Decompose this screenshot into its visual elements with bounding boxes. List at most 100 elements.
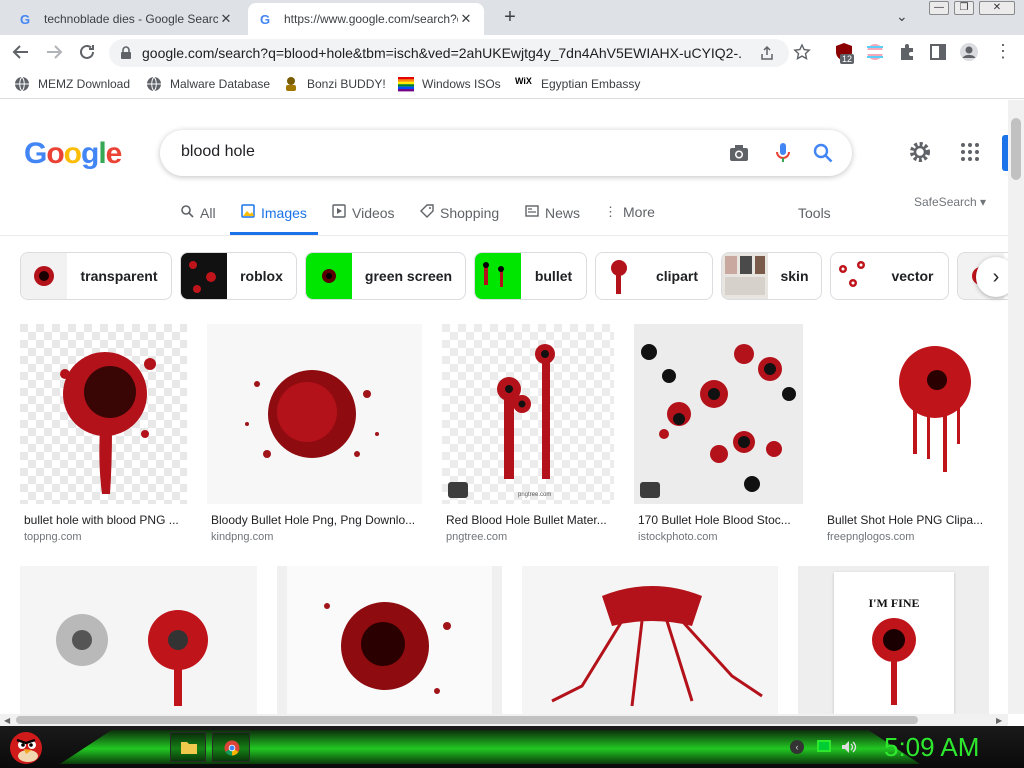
- image-result[interactable]: Bullet Shot Hole PNG Clipa... freepnglog…: [823, 324, 989, 543]
- bookmark-star-icon[interactable]: [793, 43, 811, 61]
- result-source[interactable]: pngtree.com: [446, 531, 507, 543]
- new-tab-button[interactable]: +: [498, 6, 522, 30]
- image-result[interactable]: Bloody Bullet Hole Png, Png Downlo... ki…: [207, 324, 422, 543]
- search-icon[interactable]: [812, 142, 834, 164]
- minimize-button[interactable]: —: [929, 1, 949, 15]
- chip-skin[interactable]: skin: [721, 252, 822, 300]
- result-source[interactable]: freepnglogos.com: [827, 531, 914, 543]
- result-caption[interactable]: bullet hole with blood PNG ...: [24, 513, 187, 527]
- tab-all[interactable]: All: [180, 204, 216, 221]
- scroll-thumb[interactable]: [1011, 118, 1021, 180]
- tray-chevron-icon[interactable]: ‹: [790, 740, 804, 754]
- tab-close-button[interactable]: ✕: [458, 11, 474, 27]
- bookmark-windows-isos[interactable]: Windows ISOs: [398, 76, 501, 92]
- search-icon: [180, 204, 194, 221]
- chip-clipart[interactable]: clipart: [595, 252, 713, 300]
- result-thumbnail[interactable]: [823, 324, 989, 504]
- result-source[interactable]: toppng.com: [24, 531, 81, 543]
- bookmark-malware-database[interactable]: Malware Database: [146, 76, 270, 92]
- bookmark-bonzi-buddy[interactable]: Bonzi BUDDY!: [283, 76, 386, 92]
- tray-volume-icon[interactable]: [841, 740, 857, 754]
- horizontal-scrollbar[interactable]: ◀ ▶: [0, 714, 1008, 726]
- apps-grid-icon[interactable]: [960, 142, 980, 162]
- result-thumbnail[interactable]: [634, 324, 803, 504]
- poster-blood-art: [872, 618, 916, 705]
- safesearch-button[interactable]: SafeSearch ▾: [914, 195, 986, 209]
- bookmark-memz[interactable]: MEMZ Download: [14, 76, 130, 92]
- bookmark-label: MEMZ Download: [38, 77, 131, 91]
- image-result[interactable]: pngtree.com Red Blood Hole Bullet Mater.…: [442, 324, 614, 543]
- camera-icon[interactable]: [728, 142, 750, 164]
- result-thumbnail[interactable]: pngtree.com: [442, 324, 614, 504]
- play-icon: [332, 204, 346, 221]
- chip-label: green screen: [364, 268, 453, 284]
- image-result[interactable]: bullet hole with blood PNG ... toppng.co…: [20, 324, 187, 543]
- tab-videos[interactable]: Videos: [332, 204, 395, 221]
- result-thumbnail[interactable]: I'M FINE: [798, 566, 989, 714]
- flag-extension-icon[interactable]: [865, 42, 885, 62]
- tools-button[interactable]: Tools: [798, 205, 831, 221]
- back-button[interactable]: [9, 40, 33, 64]
- tab-news[interactable]: News: [525, 204, 580, 221]
- google-logo[interactable]: Google: [24, 137, 122, 171]
- taskbar: ‹: [0, 726, 1024, 768]
- caret-down-icon: ▾: [976, 195, 987, 209]
- chip-bullet[interactable]: bullet: [474, 252, 587, 300]
- chip-green-screen[interactable]: green screen: [305, 252, 466, 300]
- start-button-angry-bird-icon[interactable]: [6, 728, 46, 766]
- puzzle-extensions-icon[interactable]: [897, 42, 917, 62]
- chip-vector[interactable]: vector: [830, 252, 949, 300]
- result-caption[interactable]: Bloody Bullet Hole Png, Png Downlo...: [211, 513, 422, 527]
- vertical-scrollbar[interactable]: [1008, 100, 1024, 714]
- taskbar-clock[interactable]: 5:09 AM: [884, 732, 979, 763]
- microphone-icon[interactable]: [773, 141, 793, 165]
- reload-button[interactable]: [75, 40, 99, 64]
- search-input[interactable]: blood hole: [181, 143, 255, 161]
- result-caption[interactable]: 170 Bullet Hole Blood Stoc...: [638, 513, 803, 527]
- profile-avatar-icon[interactable]: [959, 42, 979, 62]
- address-bar[interactable]: google.com/search?q=blood+hole&tbm=isch&…: [109, 39, 789, 67]
- share-icon[interactable]: [759, 45, 775, 61]
- tab-more[interactable]: ⋮ More: [604, 204, 655, 220]
- result-source[interactable]: kindpng.com: [211, 531, 273, 543]
- browser-menu-icon[interactable]: ⋮: [994, 41, 1012, 62]
- tab-images[interactable]: Images: [241, 204, 307, 221]
- gear-icon[interactable]: [908, 140, 932, 164]
- chip-label: clipart: [655, 268, 698, 284]
- rainbow-flag-icon: [398, 77, 414, 92]
- close-window-button[interactable]: ✕: [979, 1, 1015, 15]
- tab-close-button[interactable]: ✕: [218, 11, 234, 27]
- chip-transparent[interactable]: transparent: [20, 252, 172, 300]
- taskbar-explorer-button[interactable]: [170, 732, 206, 762]
- taskbar-chrome-button[interactable]: [212, 732, 250, 762]
- result-thumbnail[interactable]: [522, 566, 778, 714]
- bookmark-egyptian-embassy[interactable]: WiX Egyptian Embassy: [515, 76, 640, 92]
- tab-google-images[interactable]: G https://www.google.com/search?q= ✕: [248, 3, 484, 35]
- result-thumbnail[interactable]: [207, 324, 422, 504]
- result-thumbnail[interactable]: [277, 566, 502, 714]
- restore-button[interactable]: ❐: [954, 1, 974, 15]
- folder-icon: [181, 742, 197, 754]
- tab-search-button[interactable]: ⌄: [896, 8, 908, 25]
- tab-label: News: [545, 204, 581, 221]
- side-panel-icon[interactable]: [928, 42, 948, 62]
- forward-button[interactable]: [42, 40, 66, 64]
- scroll-right-arrow-icon[interactable]: ▶: [996, 716, 1002, 725]
- scroll-left-arrow-icon[interactable]: ◀: [4, 716, 10, 725]
- reload-icon: [80, 44, 94, 59]
- tray-network-icon[interactable]: [817, 740, 831, 752]
- chip-roblox[interactable]: roblox: [180, 252, 297, 300]
- tab-technoblade[interactable]: G technoblade dies - Google Search ✕: [8, 3, 244, 35]
- result-thumbnail[interactable]: [20, 324, 187, 504]
- result-thumbnail[interactable]: [20, 566, 257, 714]
- shield-extension-icon[interactable]: 12: [834, 42, 855, 64]
- tab-shopping[interactable]: Shopping: [420, 204, 499, 221]
- result-caption[interactable]: Bullet Shot Hole PNG Clipa...: [827, 513, 989, 527]
- arrow-left-icon: [12, 45, 28, 59]
- result-caption[interactable]: Red Blood Hole Bullet Mater...: [446, 513, 614, 527]
- result-source[interactable]: istockphoto.com: [638, 531, 717, 543]
- search-box[interactable]: blood hole: [160, 130, 852, 176]
- scroll-thumb[interactable]: [16, 716, 918, 724]
- more-vert-icon: ⋮: [604, 204, 617, 219]
- image-result[interactable]: 170 Bullet Hole Blood Stoc... istockphot…: [634, 324, 803, 543]
